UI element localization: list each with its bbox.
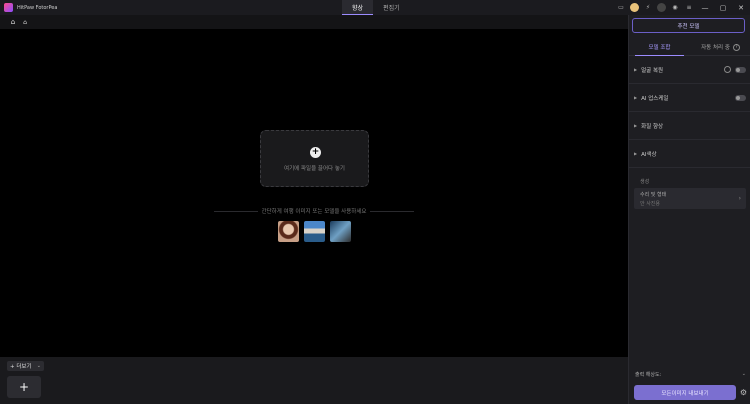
tab-auto-processing-label: 자동 처리 중 — [701, 45, 730, 51]
chevron-down-icon: ⌄ — [36, 363, 41, 369]
samples-label: 간단하게 여행 이미지 또는 모델을 사용하세요 — [261, 209, 367, 215]
main-canvas: + 여기에 파일을 끌어다 놓기 간단하게 여행 이미지 또는 모델을 사용하세… — [0, 29, 628, 357]
output-resolution[interactable]: 출력 해상도: ⌄ — [635, 371, 746, 379]
tab-editor[interactable]: 편집기 — [373, 0, 410, 15]
quality-enhance-row[interactable]: ▶ 화질 향상 — [629, 112, 750, 140]
titlebar-right: ▭ ⚡ ◉ ≡ — ▢ ✕ — [614, 0, 750, 15]
panel-tabs: 모델 조합 자동 처리 중 ? — [629, 39, 750, 56]
face-restore-toggle[interactable] — [735, 66, 746, 73]
feedback-icon[interactable]: ▭ — [614, 0, 628, 15]
gear-icon[interactable]: ⚙ — [740, 388, 747, 397]
tab-model-combination[interactable]: 모델 조합 — [629, 39, 690, 56]
ai-color-row[interactable]: ▶ AI색상 — [629, 140, 750, 168]
home-icon[interactable]: ⌂ — [8, 17, 18, 27]
gold-coin-icon[interactable] — [630, 3, 639, 12]
lightning-icon[interactable]: ⚡ — [641, 0, 655, 15]
output-resolution-label: 출력 해상도: — [635, 372, 662, 378]
generate-section-label: 생성 — [640, 179, 650, 185]
divider-line-right — [370, 210, 415, 212]
dark-coin-icon[interactable] — [657, 3, 666, 12]
app-title: HitPaw FotorPea — [17, 4, 58, 11]
sample-image-portrait[interactable] — [278, 221, 299, 242]
minimize-button[interactable]: — — [696, 0, 714, 15]
add-file-icon[interactable]: + — [310, 147, 321, 158]
model-name: 수리 및 형태 — [640, 192, 667, 198]
model-selector[interactable]: 수리 및 형태 안 사진용 › — [634, 188, 746, 209]
expand-arrow-icon: ▶ — [634, 95, 638, 100]
file-drop-zone[interactable]: + 여기에 파일을 끌어다 놓기 — [260, 130, 369, 187]
account-icon[interactable]: ◉ — [668, 0, 682, 15]
bottom-bar: + 더보기 ⌄ + — [0, 357, 628, 404]
ai-upscale-toggle[interactable] — [735, 94, 746, 101]
expand-arrow-icon: ▶ — [634, 151, 638, 156]
folder-icon[interactable]: ⌂ — [20, 17, 30, 27]
app-logo-icon — [4, 3, 13, 12]
help-icon[interactable]: ? — [732, 43, 740, 51]
expand-arrow-icon: ▶ — [634, 67, 638, 72]
ai-color-label: AI색상 — [641, 151, 657, 158]
model-description: 안 사진용 — [640, 201, 660, 207]
recommend-model-button[interactable]: 추천 모델 — [632, 18, 745, 33]
quality-enhance-label: 화질 향상 — [641, 123, 664, 130]
sample-images — [278, 221, 351, 242]
drop-hint-text: 여기에 파일을 끌어다 놓기 — [284, 166, 345, 172]
face-restore-label: 얼굴 복원 — [641, 67, 664, 74]
maximize-button[interactable]: ▢ — [714, 0, 732, 15]
menu-icon[interactable]: ≡ — [682, 0, 696, 15]
more-button[interactable]: + 더보기 ⌄ — [7, 361, 44, 371]
title-bar: HitPaw FotorPea 향상 편집기 ▭ ⚡ ◉ ≡ — ▢ ✕ — [0, 0, 750, 15]
add-image-button[interactable]: + — [7, 376, 41, 398]
chevron-down-icon: ⌄ — [741, 371, 746, 377]
sample-image-sunset-beach[interactable] — [330, 221, 351, 242]
settings-panel: 추천 모델 모델 조합 자동 처리 중 ? ▶ 얼굴 복원 ▶ AI 업스케일 … — [628, 15, 750, 404]
samples-divider: 간단하게 여행 이미지 또는 모델을 사용하세요 — [214, 206, 415, 216]
chevron-right-icon: › — [738, 195, 741, 202]
ai-upscale-row[interactable]: ▶ AI 업스케일 — [629, 84, 750, 112]
face-select-icon[interactable] — [724, 66, 731, 73]
tab-model-combination-label: 모델 조합 — [648, 45, 671, 51]
face-restore-row[interactable]: ▶ 얼굴 복원 — [629, 56, 750, 84]
mode-tabs: 향상 편집기 — [342, 0, 410, 15]
close-button[interactable]: ✕ — [732, 0, 750, 15]
divider-line-left — [214, 210, 258, 212]
breadcrumb: ⌂ ⌂ — [0, 15, 628, 29]
ai-upscale-label: AI 업스케일 — [641, 95, 669, 102]
tab-enhance[interactable]: 향상 — [342, 0, 374, 15]
export-all-button[interactable]: 모든이미지 내보내기 — [634, 385, 736, 400]
tab-auto-processing[interactable]: 자동 처리 중 ? — [690, 39, 750, 55]
expand-arrow-icon: ▶ — [634, 123, 638, 128]
sample-image-coastal-town[interactable] — [304, 221, 325, 242]
more-button-label: + 더보기 — [10, 364, 32, 370]
